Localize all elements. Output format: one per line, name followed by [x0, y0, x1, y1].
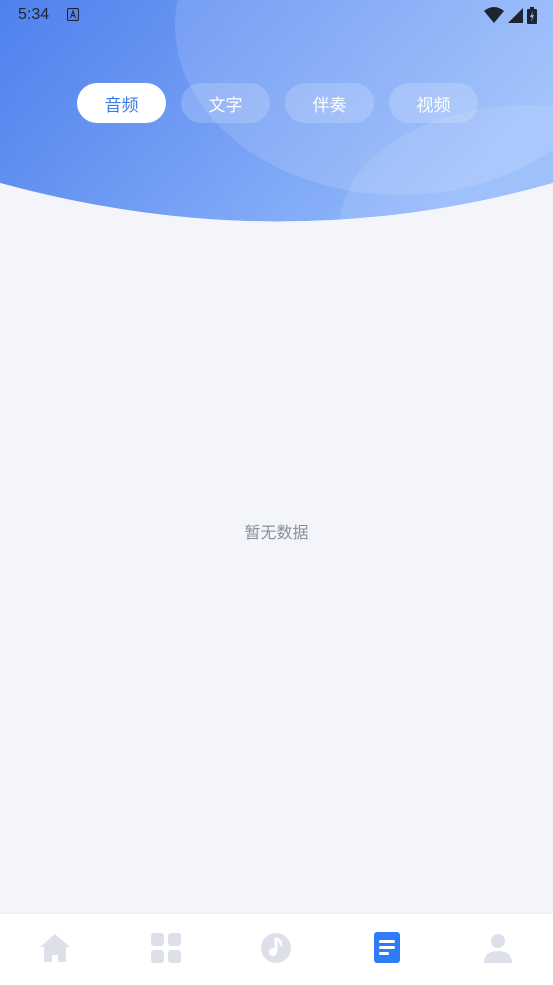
- keyboard-notification-icon: [67, 8, 79, 21]
- tab-text[interactable]: 文字: [181, 83, 270, 123]
- user-icon: [483, 933, 512, 963]
- signal-icon: [508, 7, 523, 23]
- document-list-icon: [374, 932, 401, 963]
- tab-accompaniment[interactable]: 伴奏: [285, 83, 374, 123]
- status-right: [484, 6, 537, 24]
- nav-item-category[interactable]: [111, 914, 222, 985]
- nav-item-profile[interactable]: [442, 914, 553, 985]
- nav-item-home[interactable]: [0, 914, 111, 985]
- header: 5:34 音频 文字 伴奏 视频: [0, 0, 553, 240]
- media-type-tabs: 音频 文字 伴奏 视频: [77, 83, 478, 123]
- music-note-icon: [261, 932, 292, 963]
- status-bar: 5:34: [0, 0, 553, 32]
- empty-state-text: 暂无数据: [244, 523, 309, 542]
- nav-item-works[interactable]: [332, 914, 443, 985]
- nav-item-music[interactable]: [221, 914, 332, 985]
- wifi-icon: [484, 7, 504, 23]
- status-time: 5:34: [18, 6, 50, 23]
- home-icon: [40, 933, 71, 962]
- tab-audio[interactable]: 音频: [77, 83, 166, 123]
- tab-video[interactable]: 视频: [389, 83, 478, 123]
- bottom-nav: [0, 913, 553, 985]
- grid-icon: [150, 932, 181, 963]
- battery-icon: [527, 6, 537, 24]
